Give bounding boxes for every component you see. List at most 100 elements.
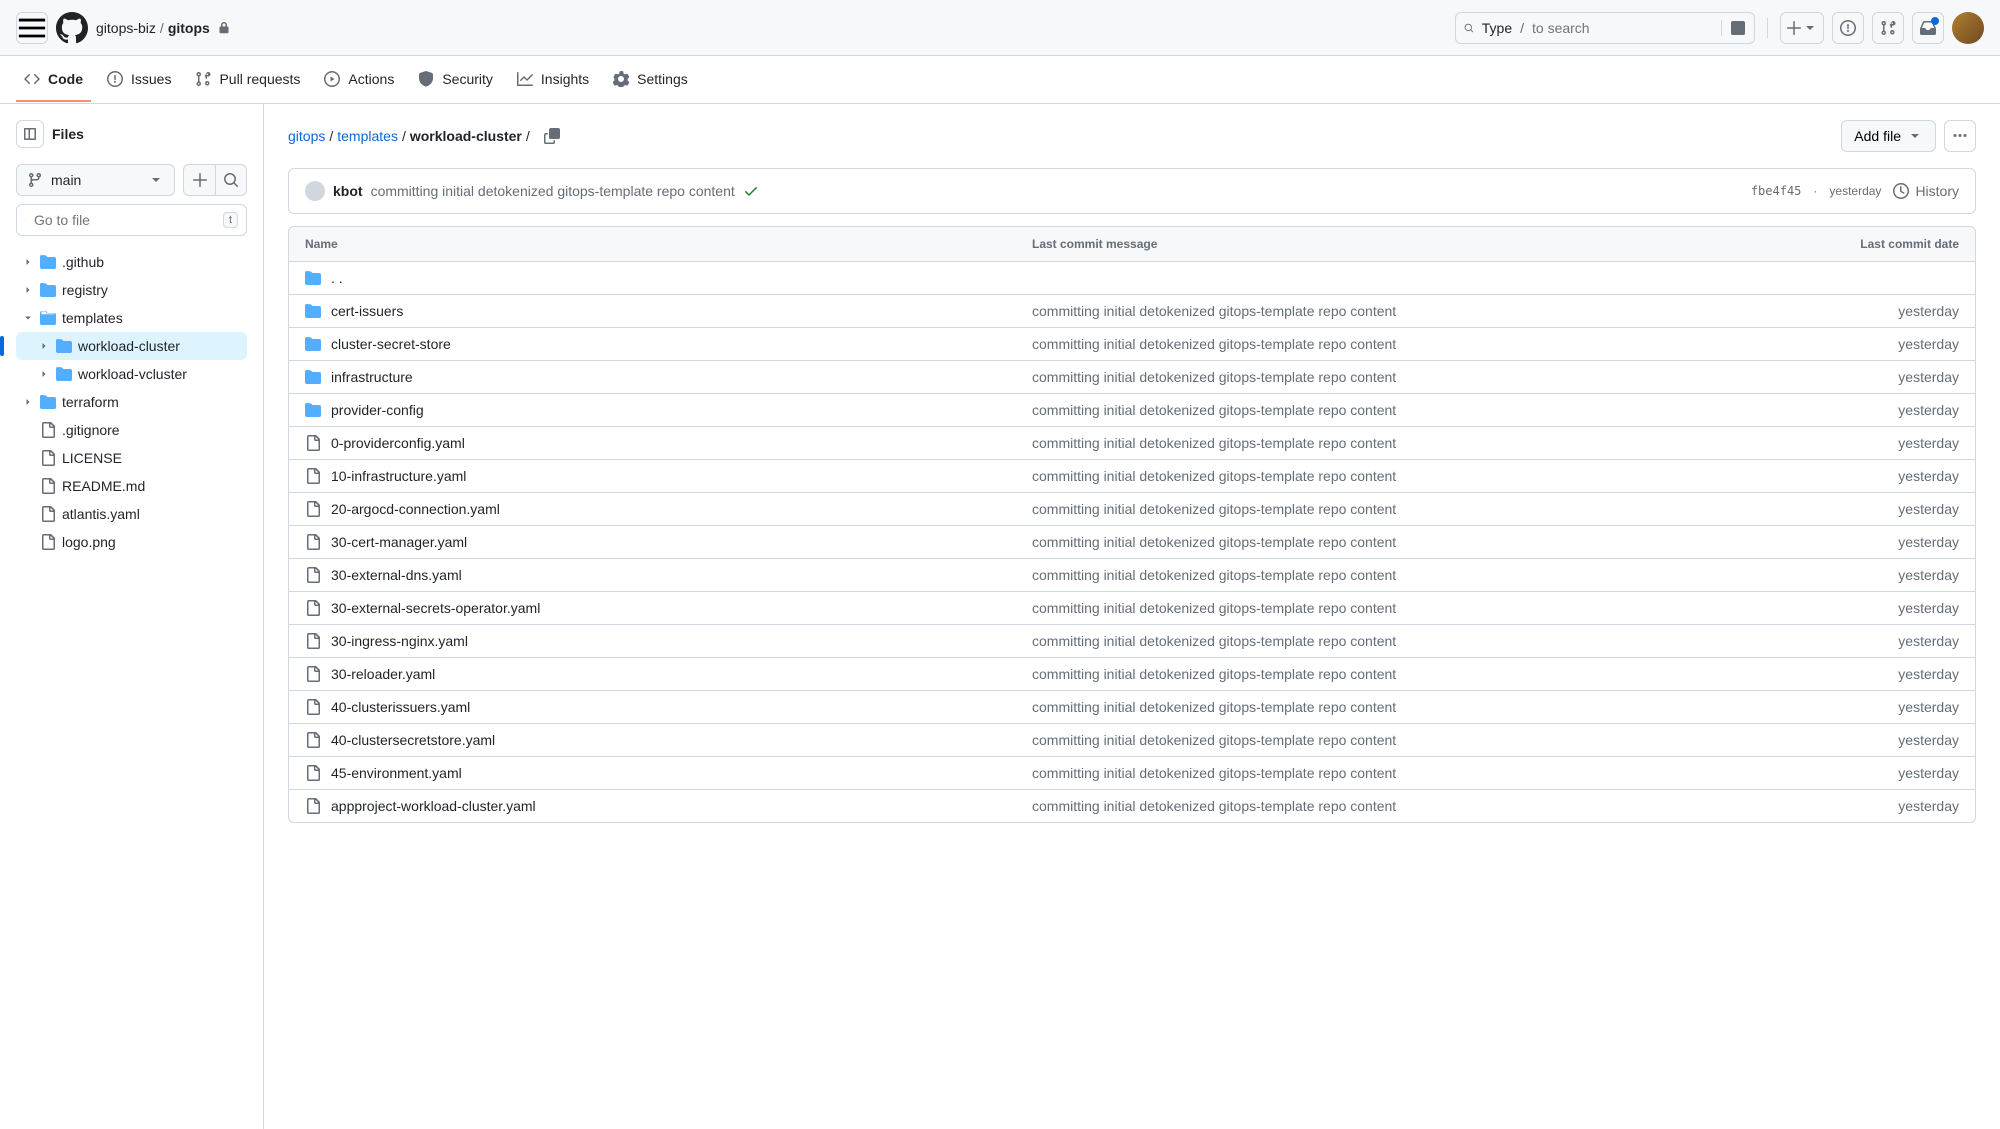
commit-message-link[interactable]: committing initial detokenized gitops-te…	[1032, 567, 1396, 583]
file-link[interactable]: appproject-workload-cluster.yaml	[331, 798, 536, 814]
file-icon	[305, 534, 321, 550]
tree-folder-templates[interactable]: templates	[16, 304, 247, 332]
file-link[interactable]: 10-infrastructure.yaml	[331, 468, 466, 484]
pull-request-icon	[195, 71, 211, 87]
tab-code[interactable]: Code	[16, 58, 91, 102]
commit-author[interactable]: kbot	[333, 183, 363, 199]
issues-button[interactable]	[1832, 12, 1864, 44]
file-finder[interactable]: t	[16, 204, 247, 236]
tree-label: atlantis.yaml	[62, 506, 140, 522]
commit-message-link[interactable]: committing initial detokenized gitops-te…	[1032, 600, 1396, 616]
global-search[interactable]: Type /	[1455, 12, 1755, 44]
commit-message-link[interactable]: committing initial detokenized gitops-te…	[1032, 699, 1396, 715]
commit-message-link[interactable]: committing initial detokenized gitops-te…	[1032, 402, 1396, 418]
parent-link[interactable]: . .	[331, 270, 343, 286]
tab-actions[interactable]: Actions	[316, 58, 402, 102]
file-link[interactable]: 40-clustersecretstore.yaml	[331, 732, 495, 748]
commit-message-link[interactable]: committing initial detokenized gitops-te…	[1032, 765, 1396, 781]
play-icon	[324, 71, 340, 87]
caret-down-icon	[1907, 128, 1923, 144]
tree-folder-registry[interactable]: registry	[16, 276, 247, 304]
tree-folder-github[interactable]: .github	[16, 248, 247, 276]
commit-message-link[interactable]: committing initial detokenized gitops-te…	[1032, 633, 1396, 649]
file-link[interactable]: cluster-secret-store	[331, 336, 451, 352]
tree-file-readme[interactable]: README.md	[16, 472, 247, 500]
search-input[interactable]	[1532, 20, 1713, 36]
history-link[interactable]: History	[1893, 183, 1959, 199]
breadcrumb-templates[interactable]: templates	[337, 128, 398, 144]
file-link[interactable]: 30-cert-manager.yaml	[331, 534, 467, 550]
branch-icon	[27, 172, 43, 188]
pull-request-icon	[1880, 20, 1896, 36]
table-row: 45-environment.yaml committing initial d…	[289, 757, 1975, 790]
commit-message-link[interactable]: committing initial detokenized gitops-te…	[1032, 369, 1396, 385]
file-link[interactable]: 0-providerconfig.yaml	[331, 435, 465, 451]
pull-requests-button[interactable]	[1872, 12, 1904, 44]
hamburger-button[interactable]	[16, 12, 48, 44]
notifications-button[interactable]	[1912, 12, 1944, 44]
tab-pull-requests[interactable]: Pull requests	[187, 58, 308, 102]
table-row: cert-issuers committing initial detokeni…	[289, 295, 1975, 328]
search-tree-button[interactable]	[215, 164, 247, 196]
tree-file-gitignore[interactable]: .gitignore	[16, 416, 247, 444]
global-header: gitops-biz / gitops Type /	[0, 0, 2000, 56]
org-link[interactable]: gitops-biz	[96, 20, 156, 36]
path-separator: /	[160, 20, 164, 36]
create-new-button[interactable]	[1780, 12, 1824, 44]
tab-insights[interactable]: Insights	[509, 58, 597, 102]
file-link[interactable]: 20-argocd-connection.yaml	[331, 501, 500, 517]
table-row: infrastructure committing initial detoke…	[289, 361, 1975, 394]
content-area: gitops / templates / workload-cluster / …	[264, 104, 2000, 1129]
tree-folder-terraform[interactable]: terraform	[16, 388, 247, 416]
tree-file-logo[interactable]: logo.png	[16, 528, 247, 556]
github-logo-icon[interactable]	[56, 12, 88, 44]
tab-security[interactable]: Security	[410, 58, 501, 102]
commit-message[interactable]: committing initial detokenized gitops-te…	[371, 183, 735, 199]
file-link[interactable]: 30-ingress-nginx.yaml	[331, 633, 468, 649]
commit-message-link[interactable]: committing initial detokenized gitops-te…	[1032, 666, 1396, 682]
commit-message-link[interactable]: committing initial detokenized gitops-te…	[1032, 501, 1396, 517]
copy-path-button[interactable]	[538, 122, 566, 150]
shield-icon	[418, 71, 434, 87]
file-finder-input[interactable]	[34, 212, 215, 228]
commit-message-link[interactable]: committing initial detokenized gitops-te…	[1032, 468, 1396, 484]
commit-message-link[interactable]: committing initial detokenized gitops-te…	[1032, 798, 1396, 814]
commit-message-link[interactable]: committing initial detokenized gitops-te…	[1032, 336, 1396, 352]
folder-icon	[305, 402, 321, 418]
file-link[interactable]: 40-clusterissuers.yaml	[331, 699, 470, 715]
commit-author-avatar[interactable]	[305, 181, 325, 201]
file-link[interactable]: infrastructure	[331, 369, 413, 385]
add-file-button[interactable]	[183, 164, 215, 196]
copy-icon	[544, 128, 560, 144]
tab-settings[interactable]: Settings	[605, 58, 696, 102]
more-options-button[interactable]	[1944, 120, 1976, 152]
tab-issues[interactable]: Issues	[99, 58, 179, 102]
file-link[interactable]: 30-external-secrets-operator.yaml	[331, 600, 540, 616]
sidebar-collapse-button[interactable]	[16, 120, 44, 148]
commit-message-link[interactable]: committing initial detokenized gitops-te…	[1032, 732, 1396, 748]
tree-folder-workload-vcluster[interactable]: workload-vcluster	[16, 360, 247, 388]
file-link[interactable]: 45-environment.yaml	[331, 765, 462, 781]
tree-file-license[interactable]: LICENSE	[16, 444, 247, 472]
file-link[interactable]: 30-external-dns.yaml	[331, 567, 462, 583]
col-message: Last commit message	[1032, 237, 1759, 251]
add-file-button[interactable]: Add file	[1841, 120, 1936, 152]
file-link[interactable]: cert-issuers	[331, 303, 403, 319]
tree-label: workload-vcluster	[78, 366, 187, 382]
commit-message-link[interactable]: committing initial detokenized gitops-te…	[1032, 534, 1396, 550]
file-link[interactable]: 30-reloader.yaml	[331, 666, 435, 682]
tree-folder-workload-cluster[interactable]: workload-cluster	[16, 332, 247, 360]
breadcrumb-separator: /	[526, 128, 530, 144]
commit-sha[interactable]: fbe4f45	[1751, 184, 1802, 198]
breadcrumb-root[interactable]: gitops	[288, 128, 325, 144]
commit-message-link[interactable]: committing initial detokenized gitops-te…	[1032, 303, 1396, 319]
tree-file-atlantis[interactable]: atlantis.yaml	[16, 500, 247, 528]
user-avatar[interactable]	[1952, 12, 1984, 44]
branch-selector[interactable]: main	[16, 164, 175, 196]
file-link[interactable]: provider-config	[331, 402, 424, 418]
commit-message-link[interactable]: committing initial detokenized gitops-te…	[1032, 435, 1396, 451]
sidebar-title: Files	[52, 126, 84, 142]
check-icon[interactable]	[743, 183, 759, 199]
parent-directory-row[interactable]: . .	[289, 262, 1975, 295]
repo-link[interactable]: gitops	[168, 20, 210, 36]
